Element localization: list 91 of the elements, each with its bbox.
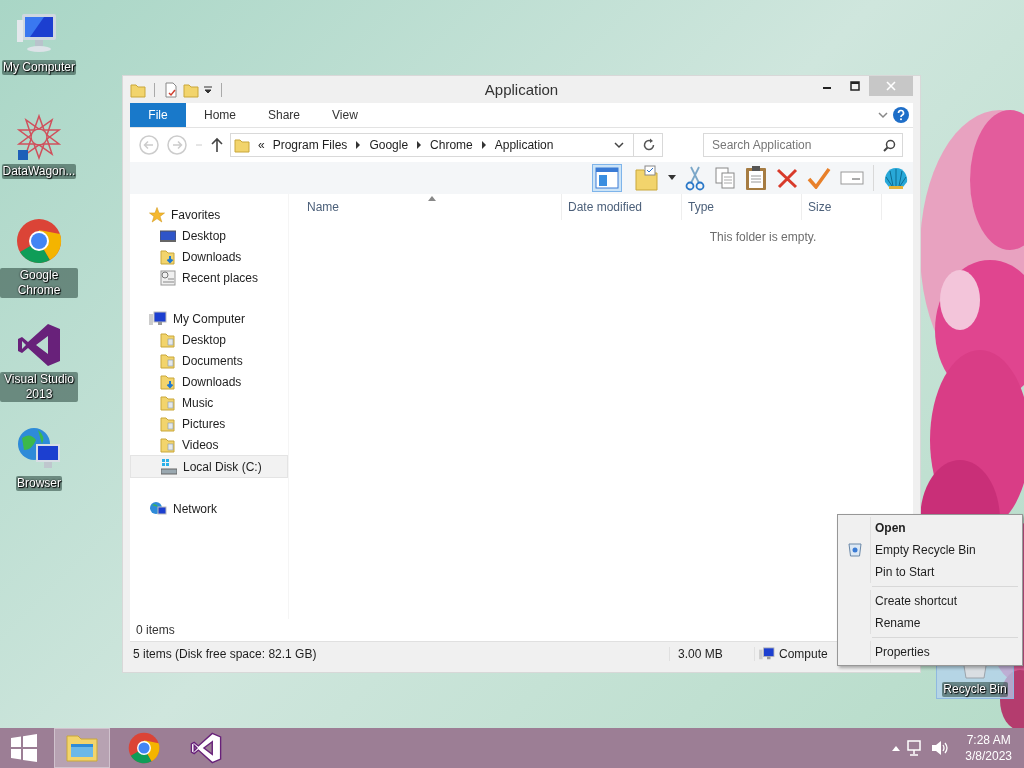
nav-item[interactable]: Local Disk (C:) — [130, 455, 288, 478]
maximize-icon — [850, 81, 860, 91]
nav-item[interactable]: Recent places — [130, 267, 288, 288]
status-text: 5 items (Disk free space: 82.1 GB) — [133, 647, 670, 661]
search-field[interactable]: Search Application — [703, 133, 903, 157]
nav-item[interactable]: Pictures — [130, 413, 288, 434]
visual-studio-icon — [190, 732, 222, 764]
ribbon-tab[interactable]: Home — [190, 103, 250, 127]
computer-icon — [149, 310, 167, 327]
desktop-icon-label[interactable]: My Computer — [2, 60, 76, 75]
properties-icon[interactable] — [163, 81, 179, 98]
folder-icon — [234, 137, 250, 153]
column-header[interactable]: Size — [802, 194, 882, 220]
folder-icon — [66, 733, 98, 763]
chrome-icon[interactable] — [16, 218, 62, 264]
nav-item[interactable]: Desktop — [130, 225, 288, 246]
ribbon-tab[interactable]: Share — [254, 103, 315, 127]
menu-item[interactable]: Empty Recycle Bin — [840, 539, 1020, 561]
folder-icon — [160, 394, 176, 411]
desktop-icon-label[interactable]: Google Chrome — [0, 268, 78, 298]
desktop-icon-label[interactable]: Browser — [16, 476, 62, 491]
volume-icon[interactable] — [931, 740, 950, 756]
menu-item[interactable]: Properties — [840, 641, 1020, 663]
empty-folder-message: This folder is empty. — [708, 230, 818, 244]
folder-icon — [160, 415, 176, 432]
nav-item[interactable]: Downloads — [130, 371, 288, 392]
chrome-icon — [128, 732, 160, 764]
nav-item[interactable]: Favorites — [130, 204, 288, 225]
menu-item[interactable]: Pin to Start — [840, 561, 1020, 583]
dropdown-icon[interactable] — [203, 84, 213, 95]
menu-item[interactable]: Create shortcut — [840, 590, 1020, 612]
nav-item[interactable]: Downloads — [130, 246, 288, 267]
monitor-icon — [160, 227, 176, 244]
address-bar[interactable]: « Program Files Google Chrome Application — [230, 133, 663, 157]
dropdown-icon[interactable] — [668, 175, 676, 181]
computer-icon — [759, 647, 775, 661]
star-logo-icon[interactable] — [16, 114, 62, 160]
scissors-icon[interactable] — [685, 165, 705, 191]
network-icon — [149, 500, 167, 517]
breadcrumb[interactable]: Application — [494, 138, 554, 152]
up-arrow-icon[interactable] — [210, 137, 224, 153]
search-icon — [883, 139, 896, 152]
folder-icon — [160, 331, 176, 348]
folder-download-icon — [160, 373, 176, 390]
desktop-icon-label[interactable]: DataWagon... — [1, 164, 77, 179]
sort-arrow-icon — [428, 196, 436, 201]
clipboard-icon[interactable] — [745, 165, 767, 191]
windows-logo-icon — [10, 734, 38, 762]
breadcrumb-overflow[interactable]: « — [258, 138, 265, 152]
folder-download-icon — [160, 248, 176, 265]
breadcrumb[interactable]: Chrome — [430, 138, 473, 152]
window-title: Application — [483, 81, 560, 98]
status-text: Compute — [779, 647, 828, 661]
refresh-icon[interactable] — [642, 138, 656, 152]
nav-item[interactable]: Network — [130, 498, 288, 519]
nav-item[interactable]: Documents — [130, 350, 288, 371]
star-icon — [149, 206, 165, 223]
breadcrumb[interactable]: Program Files — [272, 138, 348, 152]
nav-item[interactable]: Desktop — [130, 329, 288, 350]
nav-item[interactable]: My Computer — [130, 308, 288, 329]
status-text: 3.00 MB — [674, 647, 755, 661]
menu-item[interactable]: Open — [840, 517, 1020, 539]
folder-check-icon[interactable] — [635, 165, 659, 191]
clock[interactable]: 7:28 AM 3/8/2023 — [965, 732, 1012, 764]
nav-item[interactable]: Music — [130, 392, 288, 413]
breadcrumb-arrow-icon[interactable] — [355, 141, 362, 149]
column-header[interactable]: Type — [682, 194, 802, 220]
menu-item[interactable]: Rename — [840, 612, 1020, 634]
rename-icon[interactable] — [840, 169, 864, 187]
ribbon-tab[interactable]: View — [318, 103, 372, 127]
breadcrumb-arrow-icon[interactable] — [480, 141, 487, 149]
shell-icon[interactable] — [883, 166, 909, 190]
breadcrumb[interactable]: Google — [369, 138, 409, 152]
folder-icon — [160, 436, 176, 453]
recent-places-icon — [160, 269, 176, 286]
help-icon[interactable] — [893, 107, 909, 123]
preview-pane-button[interactable] — [592, 164, 622, 192]
delete-icon[interactable] — [776, 167, 798, 189]
checkmark-icon[interactable] — [807, 167, 831, 189]
breadcrumb-arrow-icon[interactable] — [416, 141, 423, 149]
disk-drive-icon — [161, 458, 177, 475]
trash-bin-icon — [848, 543, 862, 557]
visual-studio-icon[interactable] — [16, 322, 62, 368]
show-hidden-icons-icon[interactable] — [891, 744, 902, 752]
chevron-down-icon[interactable] — [613, 139, 625, 151]
nav-item[interactable]: Videos — [130, 434, 288, 455]
ribbon-tab[interactable]: File — [130, 103, 186, 127]
column-header[interactable]: Date modified — [562, 194, 682, 220]
folder-icon — [160, 352, 176, 369]
close-icon — [886, 81, 896, 91]
desktop-icon-label[interactable]: Visual Studio 2013 — [0, 372, 78, 402]
